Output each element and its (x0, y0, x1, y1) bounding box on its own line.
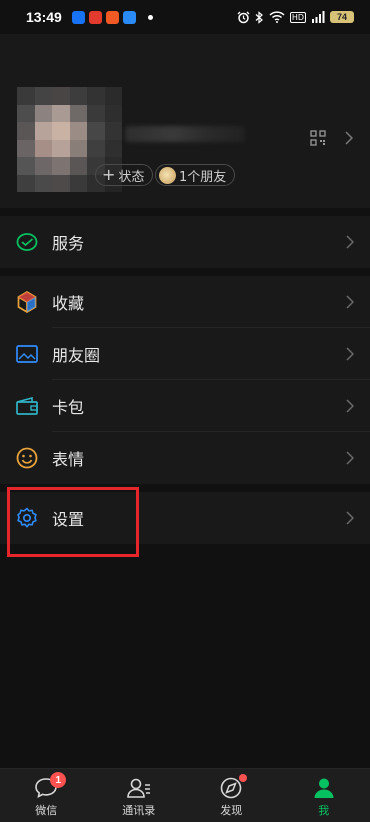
chevron-right-icon (346, 510, 355, 529)
services-group: 服务 (0, 216, 370, 268)
menu-label-services: 服务 (52, 234, 85, 253)
chevron-right-icon (346, 294, 355, 313)
tab-label-me: 我 (318, 804, 330, 817)
menu-item-cards[interactable]: 卡包 (0, 380, 370, 432)
tab-label-discover: 发现 (220, 804, 243, 817)
menu-label-stickers: 表情 (52, 450, 85, 469)
status-time: 13:49 (26, 9, 62, 25)
tab-discover[interactable]: 发现 (185, 769, 278, 822)
more-notifications-dot (147, 14, 153, 20)
tab-label-contacts: 通讯录 (122, 804, 156, 817)
bottom-tab-bar: 1 微信 通讯录 发现 我 (0, 768, 370, 822)
menu-label-favorites: 收藏 (52, 294, 85, 313)
friend-avatar (159, 166, 176, 184)
chevron-right-icon (346, 234, 355, 253)
tab-chats[interactable]: 1 微信 (0, 769, 93, 822)
blue-app-icon (122, 10, 136, 24)
tab-contacts[interactable]: 通讯录 (93, 769, 186, 822)
smiley-icon (16, 447, 38, 469)
chevron-right-icon (345, 130, 354, 149)
chat-bubble-icon: 1 (32, 772, 67, 801)
gear-icon (16, 507, 38, 529)
menu-item-stickers[interactable]: 表情 (0, 432, 370, 484)
services-icon (16, 231, 38, 253)
bluetooth-icon (255, 10, 264, 24)
friends-status-button[interactable]: 1个朋友 (155, 164, 236, 186)
chevron-right-icon (346, 346, 355, 365)
friends-label: 1个朋友 (179, 169, 227, 185)
notification-app-icon (88, 10, 102, 24)
battery-indicator: 74 (330, 11, 354, 23)
plus-icon: + (102, 165, 116, 184)
unread-badge: 1 (50, 772, 67, 788)
settings-group: 设置 (0, 492, 370, 544)
person-icon (310, 775, 338, 801)
signal-icon (311, 10, 325, 24)
menu-item-favorites[interactable]: 收藏 (0, 276, 370, 328)
tab-me[interactable]: 我 (278, 769, 370, 822)
status-bar: 13:49 HD 74 (0, 0, 370, 34)
contacts-icon (125, 775, 153, 801)
content-group: 收藏 朋友圈 卡包 表情 (0, 276, 370, 484)
moments-photo-icon (16, 343, 38, 365)
add-status-button[interactable]: + 状态 (95, 164, 154, 186)
nickname-blurred (125, 126, 245, 142)
wifi-icon (269, 10, 285, 24)
favorites-cube-icon (16, 291, 38, 313)
video-app-icon (105, 10, 119, 24)
profile-header[interactable]: + 状态 1个朋友 (0, 34, 370, 208)
zhihu-app-icon (71, 10, 85, 24)
compass-icon (217, 774, 248, 801)
tab-label-chats: 微信 (35, 804, 58, 817)
menu-item-services[interactable]: 服务 (0, 216, 370, 268)
wallet-card-icon (16, 395, 38, 417)
qr-code-icon[interactable] (310, 130, 326, 146)
chevron-right-icon (346, 398, 355, 417)
status-label: 状态 (118, 169, 145, 185)
chevron-right-icon (346, 450, 355, 469)
menu-label-settings: 设置 (52, 510, 85, 529)
new-dot-badge (239, 774, 248, 782)
menu-label-cards: 卡包 (52, 398, 85, 417)
menu-label-moments: 朋友圈 (52, 346, 101, 365)
status-indicators: HD 74 (237, 10, 354, 24)
hd-indicator: HD (289, 11, 306, 23)
menu-item-settings[interactable]: 设置 (0, 492, 370, 544)
menu-item-moments[interactable]: 朋友圈 (0, 328, 370, 380)
alarm-icon (237, 10, 250, 24)
